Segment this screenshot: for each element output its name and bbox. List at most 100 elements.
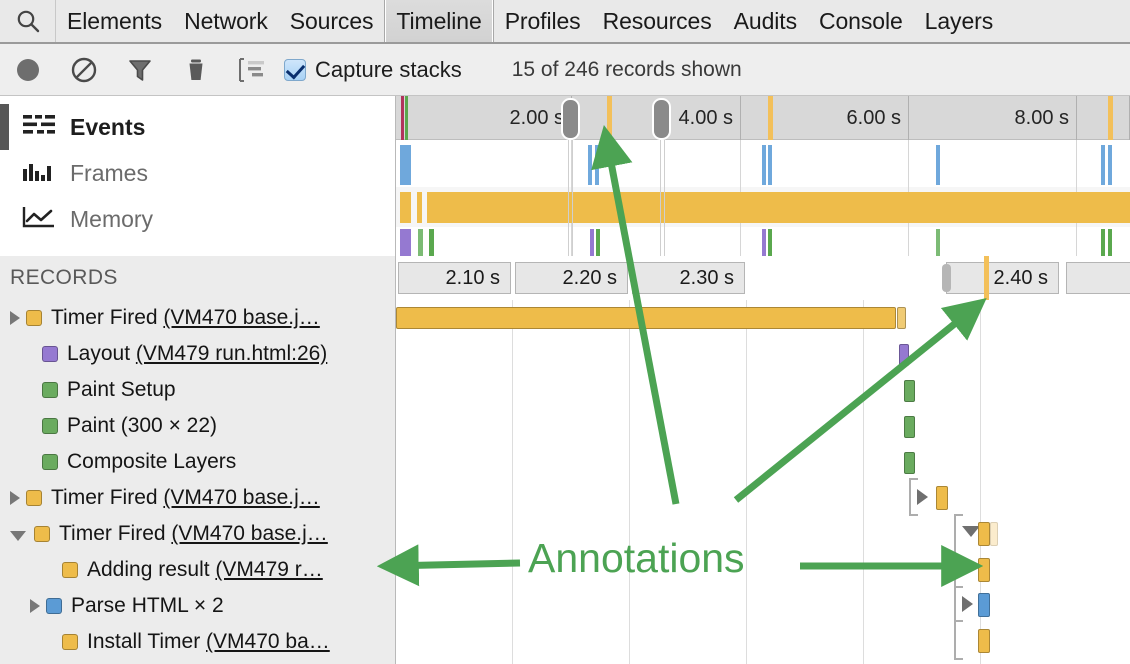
tab-label: Resources <box>603 8 712 35</box>
overview-mark <box>588 145 592 185</box>
overview-window-handle-right[interactable] <box>652 98 671 140</box>
tab-layers[interactable]: Layers <box>914 0 1004 42</box>
overview-ruler[interactable]: 2.00 s 4.00 s 6.00 s 8.00 s <box>396 96 1130 140</box>
sidebar-item-memory[interactable]: Memory <box>0 196 153 242</box>
waterfall-bar[interactable] <box>899 344 909 366</box>
record-color-swatch <box>26 490 42 506</box>
clear-icon[interactable] <box>56 44 112 96</box>
waterfall-bar[interactable] <box>978 629 990 653</box>
waterfall-bar[interactable] <box>978 522 990 546</box>
record-row-adding-result[interactable]: Adding result (VM479 r… <box>0 552 395 588</box>
records-waterfall[interactable]: 2.10 s 2.20 s 2.30 s 2.40 s 2 <box>396 256 1130 664</box>
chevron-placeholder-icon <box>26 354 36 355</box>
overview-graph[interactable]: 2.00 s 4.00 s 6.00 s 8.00 s <box>396 96 1130 256</box>
record-label: Paint (300 × 22) <box>67 414 217 438</box>
chevron-right-icon[interactable] <box>30 599 40 613</box>
overview-mark <box>400 229 411 256</box>
tab-profiles[interactable]: Profiles <box>494 0 592 42</box>
overview-mark <box>429 229 434 256</box>
sidebar-item-frames[interactable]: Frames <box>0 150 148 196</box>
chevron-down-icon[interactable] <box>10 531 26 541</box>
overview-window-line <box>568 140 569 256</box>
flame-chart-icon[interactable] <box>224 44 280 96</box>
record-row-timer-fired-1[interactable]: Timer Fired (VM470 base.j… <box>0 300 395 336</box>
record-color-swatch <box>34 526 50 542</box>
tab-label: Network <box>184 8 268 35</box>
record-row-paint[interactable]: Paint (300 × 22) <box>0 408 395 444</box>
record-row-layout[interactable]: Layout (VM479 run.html:26) <box>0 336 395 372</box>
record-color-swatch <box>62 562 78 578</box>
waterfall-bar[interactable] <box>396 307 896 329</box>
waterfall-bar[interactable] <box>936 486 948 510</box>
overview-mark <box>405 96 408 140</box>
filter-icon[interactable] <box>112 44 168 96</box>
record-source-link[interactable]: (VM470 base.j… <box>171 522 327 545</box>
record-row-timer-fired-3[interactable]: Timer Fired (VM470 base.j… <box>0 516 395 552</box>
waterfall-event-marker <box>984 256 989 300</box>
overview-mark <box>768 229 772 256</box>
record-label: Composite Layers <box>67 450 236 474</box>
chevron-right-icon[interactable] <box>10 491 20 505</box>
chevron-right-icon[interactable] <box>962 596 973 612</box>
events-icon <box>22 113 56 142</box>
record-source-link[interactable]: (VM479 r… <box>215 558 322 581</box>
record-source-link[interactable]: (VM470 base.j… <box>163 486 319 509</box>
memory-icon <box>22 205 56 234</box>
record-row-install-timer[interactable]: Install Timer (VM470 ba… <box>0 624 395 660</box>
record-source-link[interactable]: (VM479 run.html:26) <box>136 342 327 365</box>
record-row-composite-layers[interactable]: Composite Layers <box>0 444 395 480</box>
tab-timeline[interactable]: Timeline <box>384 0 493 42</box>
waterfall-bar[interactable] <box>904 416 915 438</box>
record-label: Parse HTML × 2 <box>71 594 224 618</box>
tab-resources[interactable]: Resources <box>592 0 723 42</box>
record-row-timer-fired-2[interactable]: Timer Fired (VM470 base.j… <box>0 480 395 516</box>
waterfall-bar[interactable] <box>904 380 915 402</box>
tab-elements[interactable]: Elements <box>56 0 173 42</box>
tab-label: Profiles <box>505 8 581 35</box>
chevron-right-icon[interactable] <box>10 311 20 325</box>
waterfall-bar[interactable] <box>978 593 990 617</box>
waterfall-bar[interactable] <box>904 452 915 474</box>
record-color-swatch <box>42 382 58 398</box>
records-list: RECORDS Timer Fired (VM470 base.j… Layou… <box>0 256 396 664</box>
chevron-placeholder-icon <box>26 390 36 391</box>
capture-stacks-control[interactable]: Capture stacks <box>284 57 462 83</box>
record-source-link[interactable]: (VM470 base.j… <box>163 306 319 329</box>
overview-mark <box>590 229 594 256</box>
overview-mark <box>762 229 766 256</box>
overview-tick <box>1077 96 1130 140</box>
waterfall-ruler[interactable]: 2.10 s 2.20 s 2.30 s 2.40 s 2 <box>396 256 1130 300</box>
tab-label: Layers <box>925 8 993 35</box>
overview-mark <box>418 229 423 256</box>
waterfall-window-handle[interactable] <box>942 264 951 292</box>
trash-icon[interactable] <box>168 44 224 96</box>
overview-window-handle-left[interactable] <box>561 98 580 140</box>
record-icon[interactable] <box>0 44 56 96</box>
tab-console[interactable]: Console <box>808 0 914 42</box>
tab-audits[interactable]: Audits <box>723 0 808 42</box>
record-label: Install Timer (VM470 ba… <box>87 630 330 654</box>
waterfall-bar[interactable] <box>897 307 906 329</box>
chevron-placeholder-icon <box>46 570 56 571</box>
sidebar-item-events[interactable]: Events <box>0 104 145 150</box>
waterfall-group-bracket <box>954 586 956 622</box>
tab-sources[interactable]: Sources <box>279 0 385 42</box>
annotation-label: Annotations <box>528 535 745 582</box>
overview-mark <box>1108 96 1113 140</box>
record-row-parse-html[interactable]: Parse HTML × 2 <box>0 588 395 624</box>
chevron-right-icon[interactable] <box>917 489 928 505</box>
record-color-swatch <box>46 598 62 614</box>
waterfall-bar[interactable] <box>978 558 990 582</box>
overview-mark <box>595 145 599 185</box>
record-source-link[interactable]: (VM470 ba… <box>206 630 330 653</box>
overview-window-line <box>664 140 665 256</box>
overview-mark <box>1108 145 1112 185</box>
overview-tick: 8.00 s <box>909 96 1077 140</box>
record-row-paint-setup[interactable]: Paint Setup <box>0 372 395 408</box>
search-icon[interactable] <box>0 0 56 42</box>
tab-network[interactable]: Network <box>173 0 279 42</box>
capture-stacks-checkbox[interactable] <box>284 59 306 81</box>
overview-mark <box>607 96 612 140</box>
records-shown-status: 15 of 246 records shown <box>512 58 742 82</box>
record-color-swatch <box>42 418 58 434</box>
